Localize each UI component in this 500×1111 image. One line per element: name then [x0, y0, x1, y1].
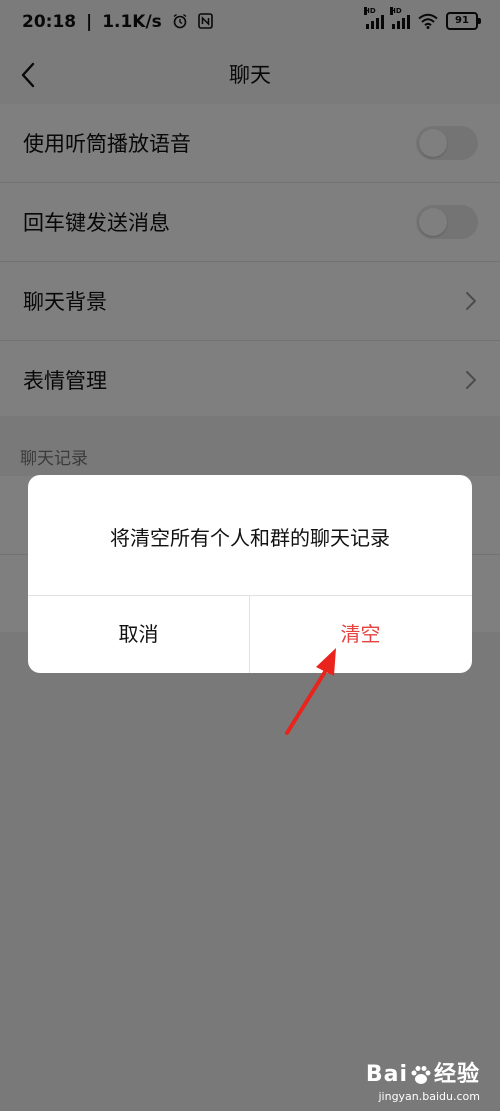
cancel-button[interactable]: 取消	[28, 596, 249, 673]
watermark-url: jingyan.baidu.com	[378, 1090, 480, 1103]
watermark: Bai 经验 jingyan.baidu.com	[366, 1056, 480, 1103]
watermark-logo-prefix: Bai	[365, 1062, 408, 1087]
paw-icon	[411, 1066, 431, 1084]
watermark-logo: Bai 经验	[366, 1056, 480, 1088]
screen: 20:18 | 1.1K/s HD HD	[0, 0, 500, 1111]
annotation-arrow-icon	[285, 648, 336, 735]
dialog-message: 将清空所有个人和群的聊天记录	[110, 526, 390, 550]
clear-history-dialog: 将清空所有个人和群的聊天记录 取消 清空	[28, 475, 472, 673]
watermark-logo-suffix: 经验	[433, 1062, 480, 1087]
